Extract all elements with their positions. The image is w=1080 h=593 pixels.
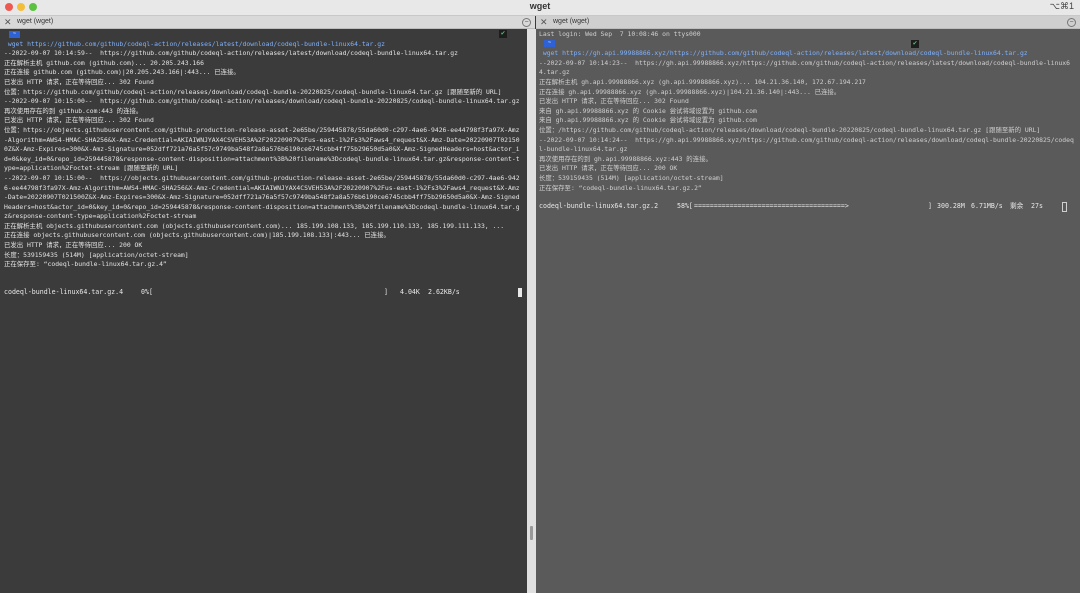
window-title: wget [529,1,551,11]
divider-handle[interactable] [530,526,533,540]
collapse-pane-icon[interactable]: − [522,18,531,27]
close-icon[interactable]: ✕ [4,16,12,28]
success-check-icon: ✔ [911,40,919,48]
command-line: wget https://gh.api.99988866.xyz/https:/… [539,49,1028,58]
collapse-pane-icon[interactable]: − [1067,18,1076,27]
close-icon[interactable]: ✕ [540,16,548,28]
prompt-home-icon: ~ [9,30,20,38]
progress-percent: 0%[ [141,288,153,296]
pane-divider[interactable] [527,29,536,593]
pane-title-right: wget (wget) [553,18,590,25]
terminal-cursor [518,288,522,297]
terminal-output-right: Last login: Wed Sep 7 10:08:46 on ttys00… [536,30,1080,193]
split-pane-header-left[interactable]: ✕ wget (wget) − [0,16,535,29]
progress-size: 4.04K [400,288,420,296]
progress-eta: 27s [1031,202,1043,210]
progress-percent: 58%[ [677,202,693,210]
window-shortcut: ⌥⌘1 [1049,1,1074,11]
progress-eta-label: 剩余 [1010,202,1024,210]
pane-title-left: wget (wget) [17,18,54,25]
last-login-line: Last login: Wed Sep 7 10:08:46 on ttys00… [539,30,701,38]
progress-bar: ======================================> [694,202,849,210]
split-pane-header-right[interactable]: ✕ wget (wget) − [536,16,1080,29]
progress-bracket-end: ] [928,202,932,210]
progress-filename: codeql-bundle-linux64.tar.gz.4 [4,288,124,296]
terminal-output-left: ~ wget https://github.com/github/codeql-… [0,30,527,270]
prompt-home-icon: ~ [544,40,555,48]
progress-filename: codeql-bundle-linux64.tar.gz.2 [539,202,659,210]
success-check-icon: ✔ [499,30,507,38]
command-line: wget https://github.com/github/codeql-ac… [4,39,385,48]
progress-size: 300.28M [937,202,965,210]
progress-speed: 6.71MB/s [971,202,1003,210]
wget-log: --2022-09-07 10:14:23-- https://gh.api.9… [539,58,1074,192]
terminal-cursor [1062,202,1067,212]
title-bar: wget ⌥⌘1 [0,0,1080,16]
terminal-pane-left[interactable]: ~ wget https://github.com/github/codeql-… [0,29,527,593]
terminal-window: wget ⌥⌘1 ✕ wget (wget) − ✕ wget (wget) −… [0,0,1080,593]
wget-log: --2022-09-07 10:14:59-- https://github.c… [4,49,520,269]
terminal-pane-right[interactable]: Last login: Wed Sep 7 10:08:46 on ttys00… [536,29,1080,593]
progress-speed: 2.62KB/s [428,288,460,296]
progress-bracket-end: ] [384,288,388,296]
